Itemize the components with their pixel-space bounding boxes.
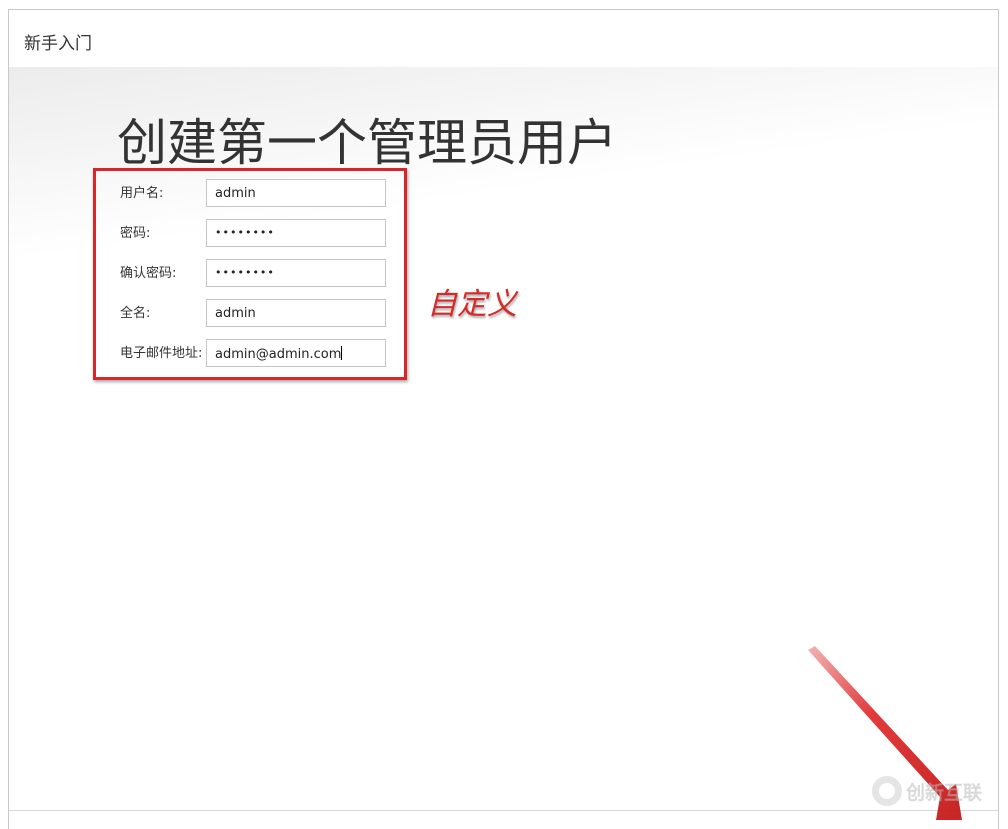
watermark-text: 创新互联 (906, 781, 983, 804)
watermark-logo-icon (872, 776, 902, 806)
dialog-body: 创建第一个管理员用户 用户名: admin 密码: •••••••• 确认密码:… (9, 67, 998, 810)
dialog-title: 新手入门 (24, 34, 92, 54)
page-heading: 创建第一个管理员用户 (117, 114, 617, 172)
annotation-label: 自定义 (427, 287, 517, 322)
window-top-edge (0, 0, 1008, 9)
watermark: 创新互联 (872, 774, 982, 808)
dialog-header: 新手入门 (9, 10, 998, 68)
getting-started-dialog: 新手入门 创建第一个管理员用户 用户名: admin 密码: •••••••• … (8, 9, 999, 829)
dialog-footer-divider (9, 810, 998, 811)
annotation-highlight-box (93, 168, 407, 380)
